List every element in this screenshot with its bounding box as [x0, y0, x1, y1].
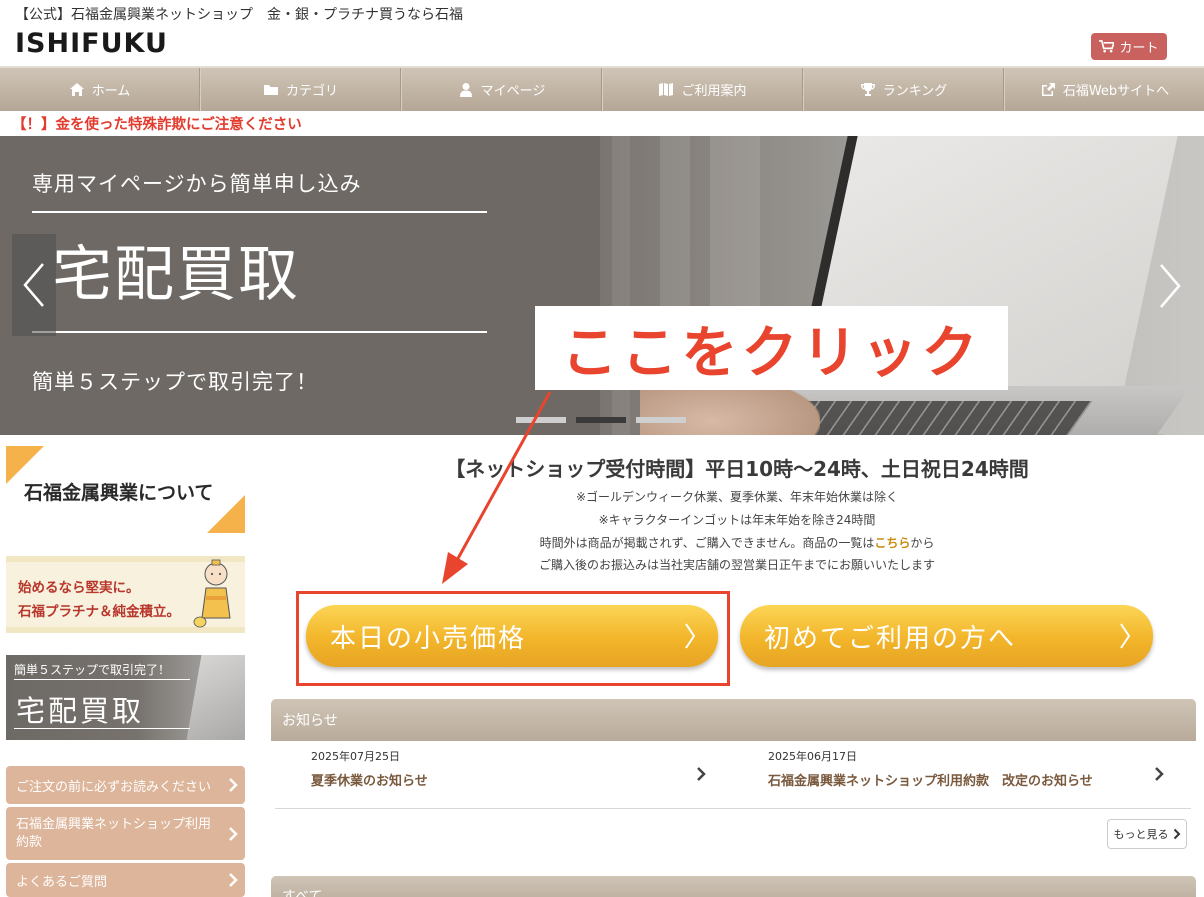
hours-note: ※ゴールデンウィーク休業、夏季休業、年末年始休業は除く — [575, 490, 899, 504]
carousel-dot-2[interactable] — [576, 417, 626, 423]
nav-item-ranking[interactable]: ランキング — [803, 68, 1004, 111]
more-news-button[interactable]: もっと見る — [1107, 819, 1187, 849]
carousel-indicators — [516, 417, 686, 423]
nav-item-guide[interactable]: ご利用案内 — [602, 68, 803, 111]
first-time-label: 初めてご利用の方へ — [764, 623, 1017, 654]
note-text: から — [910, 536, 935, 550]
banner-divider — [32, 331, 487, 333]
sidebar-accumulation-banner[interactable]: 始めるなら堅実に。 石福プラチナ＆純金積立。 — [6, 556, 245, 633]
sidebar-link-read-first[interactable]: ご注文の前に必ずお読みください — [6, 766, 245, 804]
banner-caption: 簡単５ステップで取引完了！ — [32, 370, 318, 394]
sidebar-about-text: 石福金属興業について — [24, 482, 214, 504]
chevron-right-icon — [1160, 264, 1181, 308]
all-products-heading: すべて — [271, 876, 1196, 897]
chevron-right-icon — [1120, 623, 1131, 649]
laptop-illustration — [186, 655, 245, 740]
news-title[interactable]: 夏季休業のお知らせ — [311, 770, 428, 789]
nav-item-mypage[interactable]: マイページ — [401, 68, 602, 111]
nav-label: カテゴリ — [285, 84, 338, 99]
accumulation-line-2: 石福プラチナ＆純金積立。 — [18, 604, 180, 620]
site-title: 【公式】石福金属興業ネットショップ 金・銀・プラチナ買うなら石福 — [15, 7, 463, 23]
carousel-next-button[interactable] — [1150, 256, 1190, 316]
hero-carousel[interactable]: 専用マイページから簡単申し込み 宅配買取 簡単５ステップで取引完了！ — [0, 136, 1204, 435]
external-link-icon — [1041, 83, 1055, 96]
banner-stripe — [612, 136, 630, 435]
map-icon — [659, 83, 674, 96]
kaitori-caption: 簡単５ステップで取引完了！ — [14, 663, 171, 677]
note-text: 時間外は商品が掲載されず、ご購入できません。商品の一覧は — [539, 536, 875, 550]
mascot-illustration — [193, 559, 231, 628]
sidebar-link-faq[interactable]: よくあるご質問 — [6, 863, 245, 897]
chevron-left-icon — [23, 263, 44, 307]
hours-note: ご購入後のお振込みは当社実店舗の翌営業日正午までにお願いいたします — [538, 558, 935, 572]
divider — [275, 808, 1191, 809]
product-list-link[interactable]: こちら — [874, 536, 910, 550]
banner-divider — [14, 728, 190, 729]
home-icon — [69, 83, 84, 96]
more-label: もっと見る — [1113, 828, 1169, 841]
chevron-right-icon — [229, 873, 238, 887]
fraud-warning-link[interactable]: 【！】金を使った特殊詐欺にご注意ください — [12, 113, 302, 134]
banner-divider — [14, 679, 190, 680]
banner-title: 宅配買取 — [52, 240, 300, 310]
hours-note: ※キャラクターインゴットは年末年始を除き24時間 — [598, 513, 876, 527]
news-title[interactable]: 石福金属興業ネットショップ利用約款 改定のお知らせ — [768, 770, 1093, 789]
chevron-right-icon — [229, 778, 238, 792]
chevron-right-icon[interactable] — [1154, 766, 1164, 782]
news-date: 2025年06月17日 — [768, 750, 857, 763]
annotation-callout: ここをクリック — [535, 306, 1008, 390]
logo[interactable]: ISHIFUKU — [15, 28, 168, 59]
carousel-dot-1[interactable] — [516, 417, 566, 423]
hours-note: 時間外は商品が掲載されず、ご購入できません。商品の一覧はこちらから — [270, 534, 1204, 551]
banner-divider — [32, 211, 487, 213]
carousel-dot-3[interactable] — [636, 417, 686, 423]
folder-icon — [263, 85, 278, 95]
shop-hours-heading: 【ネットショップ受付時間】平日10時〜24時、土日祝日24時間 — [445, 457, 1029, 481]
news-item[interactable]: 2025年06月17日 石福金属興業ネットショップ利用約款 改定のお知らせ — [768, 748, 1093, 789]
sidebar-link-label: ご注文の前に必ずお読みください — [16, 779, 212, 795]
nav-label: ホーム — [91, 84, 131, 99]
nav-label: ランキング — [882, 84, 948, 99]
chevron-right-icon — [229, 826, 238, 841]
carousel-prev-button[interactable] — [12, 234, 56, 336]
trophy-icon — [860, 83, 875, 96]
kaitori-title: 宅配買取 — [16, 694, 145, 728]
nav-item-category[interactable]: カテゴリ — [200, 68, 401, 111]
news-heading: お知らせ — [271, 699, 1196, 741]
cart-label: カート — [1119, 41, 1159, 56]
chevron-right-icon[interactable] — [696, 766, 706, 782]
nav-label: ご利用案内 — [681, 84, 747, 99]
sidebar-link-label: 石福金属興業ネットショップ利用約款 — [16, 816, 212, 850]
banner-subtitle: 専用マイページから簡単申し込み — [32, 172, 362, 196]
sidebar-kaitori-banner[interactable]: 簡単５ステップで取引完了！ 宅配買取 — [6, 655, 245, 740]
cart-icon — [1099, 40, 1115, 53]
first-time-button[interactable]: 初めてご利用の方へ — [740, 605, 1153, 667]
main-nav: ホーム カテゴリ マイページ ご利用案内 ランキング 石福Webサイトへ — [0, 66, 1204, 111]
accumulation-line-1: 始めるなら堅実に。 — [18, 580, 140, 596]
cart-button[interactable]: カート — [1091, 33, 1167, 60]
news-date: 2025年07月25日 — [311, 750, 400, 763]
nav-item-home[interactable]: ホーム — [0, 68, 200, 111]
sidebar-link-terms[interactable]: 石福金属興業ネットショップ利用約款 — [6, 807, 245, 860]
user-icon — [459, 83, 472, 97]
news-item[interactable]: 2025年07月25日 夏季休業のお知らせ — [311, 748, 428, 789]
nav-item-website[interactable]: 石福Webサイトへ — [1004, 68, 1204, 111]
sidebar-about-banner[interactable]: 石福金属興業について — [6, 446, 245, 533]
nav-label: 石福Webサイトへ — [1062, 84, 1170, 99]
nav-label: マイページ — [480, 84, 546, 99]
chevron-right-icon — [1173, 828, 1180, 840]
sidebar-link-label: よくあるご質問 — [16, 874, 108, 890]
glass-illustration — [1125, 426, 1195, 435]
highlight-box — [296, 591, 730, 686]
